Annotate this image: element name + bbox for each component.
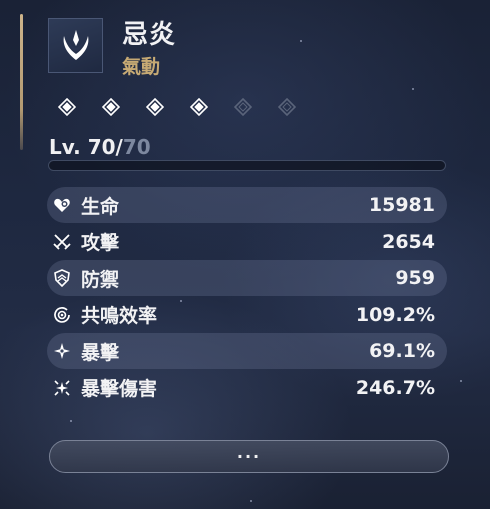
stat-label: 暴擊 (81, 341, 120, 364)
crit-star-icon (54, 343, 70, 359)
background-star (460, 380, 462, 382)
sequence-node-active-icon[interactable] (190, 98, 208, 116)
stat-value: 2654 (382, 230, 435, 253)
level-text: Lv. 70/70 (49, 135, 151, 159)
stat-value: 15981 (368, 194, 435, 216)
heart-icon (54, 198, 70, 212)
element-emblem (48, 18, 103, 73)
xp-bar (48, 160, 446, 171)
background-star (300, 40, 302, 42)
crit-burst-icon (54, 379, 70, 396)
stat-label: 生命 (81, 195, 120, 218)
sequence-node-locked-icon[interactable] (278, 98, 296, 116)
shield-icon (54, 269, 70, 287)
stat-row-energy-regen: 共鳴效率 109.2% (47, 297, 447, 333)
stat-row-hp: 生命 15981 (47, 187, 447, 223)
level-current: Lv. 70/ (49, 135, 123, 159)
stat-row-crit-rate: 暴擊 69.1% (47, 333, 447, 369)
resonance-icon (54, 306, 70, 323)
stat-value: 69.1% (369, 340, 435, 362)
stat-label: 暴擊傷害 (81, 378, 158, 400)
stat-value: 109.2% (355, 303, 435, 326)
stat-value: 959 (395, 267, 435, 289)
stat-label: 共鳴效率 (81, 305, 158, 327)
crossed-swords-icon (53, 233, 71, 250)
more-details-button[interactable]: ··· (49, 440, 449, 473)
stat-row-atk: 攻擊 2654 (47, 224, 447, 260)
element-name: 氣動 (122, 56, 161, 78)
character-name: 忌炎 (122, 20, 177, 50)
sequence-node-active-icon[interactable] (58, 98, 76, 116)
aero-emblem-icon (63, 29, 88, 60)
level-max: 70 (122, 135, 151, 159)
stat-label: 攻擊 (81, 232, 120, 254)
stats-list: 生命 15981 攻擊 2654 防禦 959 共鳴效率 109.2% 暴擊 6… (47, 187, 447, 406)
sequence-node-active-icon[interactable] (146, 98, 164, 116)
sequence-node-active-icon[interactable] (102, 98, 120, 116)
stat-label: 防禦 (81, 268, 120, 291)
stat-row-crit-dmg: 暴擊傷害 246.7% (47, 370, 447, 406)
stat-row-def: 防禦 959 (47, 260, 447, 296)
sequence-nodes (58, 98, 322, 116)
stat-value: 246.7% (355, 376, 435, 399)
background-star (412, 88, 414, 90)
accent-bar (20, 14, 23, 150)
sequence-node-locked-icon[interactable] (234, 98, 252, 116)
background-star (250, 500, 252, 502)
background-star (70, 420, 72, 422)
